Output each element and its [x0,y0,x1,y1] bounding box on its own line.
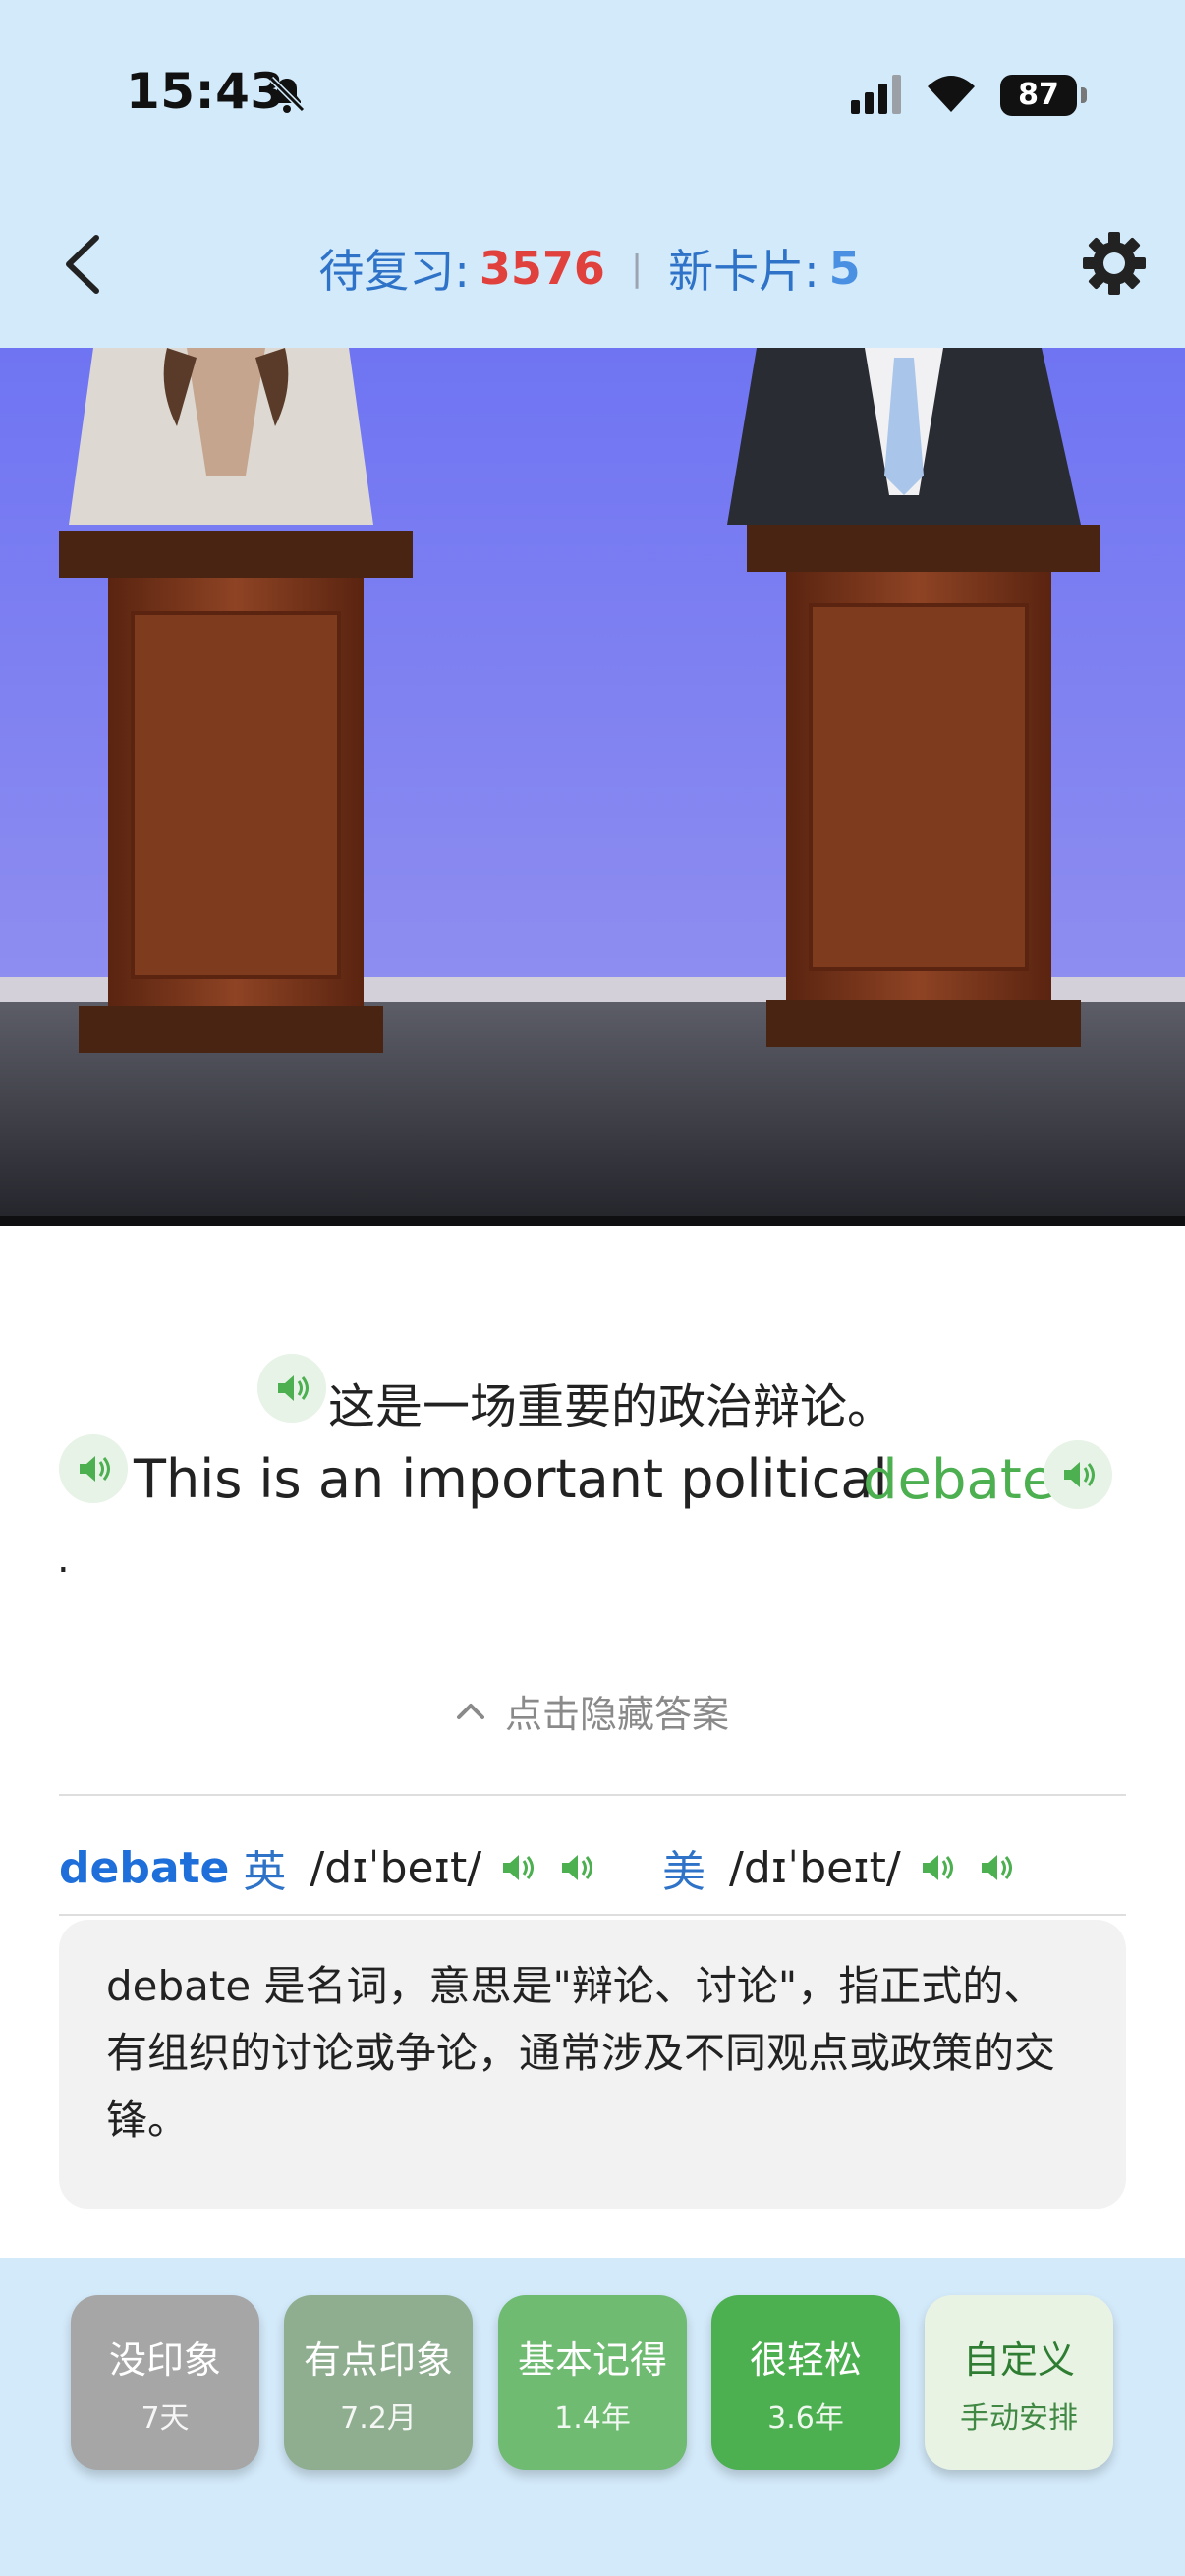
play-zh-sentence-button[interactable] [257,1354,326,1423]
speaker-icon [503,1855,535,1880]
sentence-zh: 这是一场重要的政治辩论。 [328,1379,895,1434]
review-count: 3576 [479,242,605,295]
new-count: 5 [828,242,861,295]
review-label: 待复习: [318,245,470,298]
play-us-button[interactable] [917,1848,956,1887]
play-en-sentence-button[interactable] [59,1434,128,1503]
play-uk-button[interactable] [497,1848,536,1887]
rating-interval: 1.4年 [554,2400,631,2436]
wifi-icon [928,76,975,112]
speaker-icon [981,1855,1012,1880]
target-word[interactable]: debate [863,1448,1055,1512]
rating-button-custom[interactable]: 自定义 手动安排 [925,2295,1113,2470]
rating-interval: 7.2月 [340,2400,417,2436]
sentence-trailing-punct: . [57,1537,70,1582]
play-word-button[interactable] [1044,1440,1112,1509]
play-uk-slow-button[interactable] [556,1848,595,1887]
chevron-up-icon [456,1704,484,1719]
divider [59,1914,1126,1916]
uk-label: 英 [243,1847,287,1897]
rating-title: 很轻松 [749,2337,862,2381]
muted-bell-icon [268,76,306,113]
sentence-zh-row: 这是一场重要的政治辩论。 [0,1354,1185,1440]
card-counts: 待复习: 3576 | 新卡片: 5 [295,234,884,303]
hide-answer-toggle[interactable]: 点击隐藏答案 [0,1676,1185,1745]
rating-button-forgot[interactable]: 没印象 7天 [71,2295,259,2470]
cell-signal-icon [851,75,901,114]
rating-interval: 7天 [141,2400,190,2436]
speaker-icon [1064,1462,1095,1487]
rating-title: 基本记得 [517,2337,667,2381]
sentence-en: This is an important political [134,1448,888,1510]
sentence-en-row: This is an important political debate [0,1434,1185,1533]
speaker-icon [562,1855,593,1880]
gear-icon[interactable] [1079,228,1150,299]
rating-button-easy[interactable]: 很轻松 3.6年 [711,2295,900,2470]
hide-answer-label: 点击隐藏答案 [504,1692,729,1736]
speaker-icon [278,1375,309,1401]
card-image [0,348,1185,1226]
speaker-icon [80,1456,110,1482]
rating-title: 自定义 [962,2337,1075,2381]
phonetics-row: debate 英 /dɪˈbeɪt/ 美 /dɪˈbeɪt/ [59,1837,1130,1898]
chevron-left-icon [66,235,99,294]
rating-title: 有点印象 [303,2337,453,2381]
rating-button-vague[interactable]: 有点印象 7.2月 [284,2295,473,2470]
uk-ipa: /dɪˈbeɪt/ [310,1842,482,1893]
explanation-box: debate 是名词，意思是"辩论、讨论"，指正式的、有组织的讨论或争论，通常涉… [59,1920,1126,2209]
rating-interval: 手动安排 [960,2400,1078,2436]
us-ipa: /dɪˈbeɪt/ [729,1842,901,1893]
back-button[interactable] [55,230,110,299]
us-label: 美 [662,1847,706,1897]
count-separator: | [630,248,644,289]
rating-button-remember[interactable]: 基本记得 1.4年 [498,2295,687,2470]
play-us-slow-button[interactable] [976,1848,1015,1887]
rating-interval: 3.6年 [767,2400,844,2436]
headword: debate [59,1842,230,1893]
divider [59,1794,1126,1796]
rating-title: 没印象 [108,2337,221,2381]
new-label: 新卡片: [668,245,819,298]
battery-indicator: 87 [1000,75,1087,116]
status-time: 15:43 [126,63,285,120]
speaker-icon [922,1855,953,1880]
